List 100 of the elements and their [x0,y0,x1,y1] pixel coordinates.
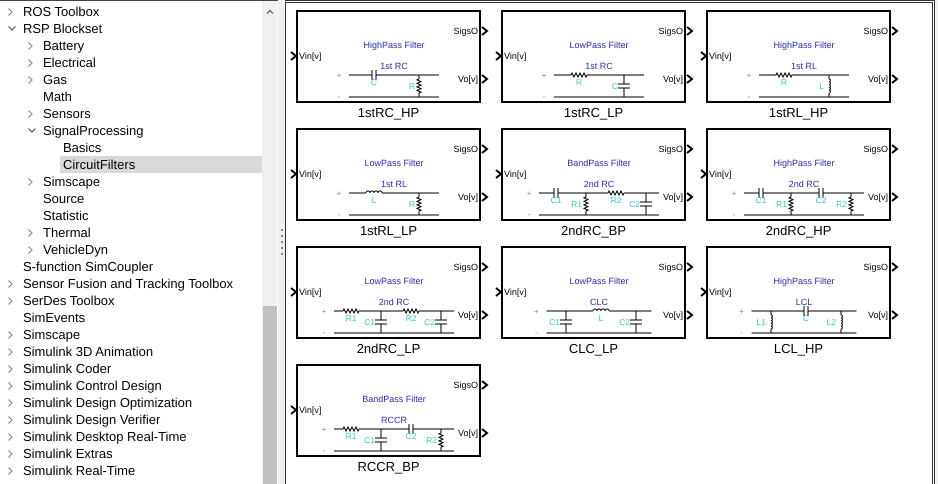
port-label: Vin[v] [709,287,732,297]
tree-item[interactable]: Simulink Control Design [20,377,162,394]
sign-mark: - [528,210,530,219]
tree-item[interactable]: Statistic [40,207,89,224]
block-name: 2ndRC_HP [766,223,832,239]
tree-item[interactable]: Gas [40,71,67,88]
filter-block[interactable] [706,246,891,339]
filter-title: HighPass Filter [773,40,835,50]
topology-label: 2nd RC [584,179,614,189]
port-label: SigsO [453,380,478,390]
expand-chevron-icon[interactable] [28,110,33,118]
tree-item[interactable]: Simulink Extras [20,445,113,462]
block-name: 1stRL_LP [360,223,418,239]
tree-item[interactable]: VehicleDyn [40,241,108,258]
filter-block[interactable] [501,128,686,221]
filter-block[interactable] [296,364,481,457]
output-port-icon [481,74,489,84]
expand-chevron-icon[interactable] [8,432,13,440]
port-label: Vin[v] [709,169,732,179]
expand-chevron-icon[interactable] [28,246,33,254]
tree-item[interactable]: Battery [40,37,84,54]
expand-chevron-icon[interactable] [28,76,33,84]
tree-item[interactable]: ROS Toolbox [20,3,100,20]
tree-item[interactable]: Simulink Desktop Real-Time [20,428,187,445]
topology-label: 1st RC [380,61,408,71]
filter-title: BandPass Filter [567,158,631,168]
filter-block[interactable] [501,246,686,339]
output-port-icon [686,192,694,202]
port-label: Vo[v] [458,310,478,320]
sign-mark: - [740,328,743,337]
filter-block[interactable] [296,246,481,339]
tree-item[interactable]: Sensors [40,105,91,122]
tree-item[interactable]: RSP Blockset [20,20,102,37]
port-label: Vin[v] [504,169,526,179]
tree-item[interactable]: Simulink Coder [20,360,112,377]
output-port-icon [891,262,899,272]
topology-label: 2nd RC [788,179,820,189]
tree-item[interactable]: Electrical [40,54,96,71]
expand-chevron-icon[interactable] [28,178,33,186]
expand-chevron-icon[interactable] [8,348,13,356]
expand-chevron-icon[interactable] [8,330,13,338]
expand-chevron-icon[interactable] [8,416,13,424]
filter-block[interactable] [501,10,686,103]
port-label: Vo[v] [458,428,478,438]
component-label: R2 [406,313,416,323]
component-label: C [370,77,378,87]
tree-item[interactable]: Simscape [20,326,80,343]
scrollbar[interactable] [262,1,277,484]
tree-item[interactable]: Sensor Fusion and Tracking Toolbox [20,275,234,292]
tree-item[interactable]: Simulink Design Verifier [20,411,160,428]
tree-item[interactable]: Source [40,190,84,207]
tree-item[interactable]: Basics [60,139,102,156]
expand-chevron-icon[interactable] [28,228,33,236]
expand-chevron-icon[interactable] [8,280,13,288]
component-label: R1 [776,199,787,209]
tree-item[interactable]: SignalProcessing [40,122,144,139]
expand-chevron-icon[interactable] [8,8,13,16]
filter-block[interactable] [706,128,891,221]
output-port-icon [481,144,489,154]
component-label: C1 [550,195,562,205]
output-port-icon [686,74,694,84]
filter-block[interactable] [296,10,481,103]
scroll-thumb[interactable] [262,306,276,484]
topology-label: 1st RC [585,61,613,71]
expand-chevron-icon[interactable] [28,42,33,50]
scroll-up-icon[interactable] [266,9,274,14]
output-port-icon [481,26,489,36]
tree-item[interactable]: S-function SimCoupler [20,258,154,275]
tree-item[interactable]: SimEvents [20,309,86,326]
port-label: Vin[v] [299,287,322,297]
tree-item[interactable]: Simulink Real-Time [20,462,136,479]
expand-chevron-icon[interactable] [8,398,13,406]
expand-chevron-icon[interactable] [28,58,33,66]
expand-chevron-icon[interactable] [8,466,13,474]
sign-mark: - [748,92,750,101]
tree-item[interactable]: Simulink Design Optimization [20,394,192,411]
port-label: Vo[v] [662,192,683,202]
sign-mark: - [338,92,340,101]
expand-chevron-icon[interactable] [8,296,13,304]
collapse-chevron-icon[interactable] [8,26,16,31]
tree-item[interactable]: CircuitFilters [60,156,262,173]
tree-item[interactable]: Simulink 3D Animation [20,343,154,360]
output-port-icon [891,192,899,202]
tree-item[interactable]: Math [40,88,72,105]
port-label: Vo[v] [868,310,888,320]
filter-block[interactable] [706,10,891,103]
tree-item[interactable]: Simscape [40,173,100,190]
component-label: C1 [364,435,375,445]
block-name: 2ndRC_BP [560,223,626,239]
tree-item[interactable]: Thermal [40,224,91,241]
expand-chevron-icon[interactable] [8,364,13,372]
input-port-icon [290,287,298,297]
topology-label: 2nd RC [378,297,410,307]
filter-block[interactable] [296,128,481,221]
port-label: SigsO [453,26,478,36]
tree-item[interactable]: SerDes Toolbox [20,292,115,309]
sign-mark: + [322,425,326,434]
expand-chevron-icon[interactable] [8,450,13,458]
expand-chevron-icon[interactable] [8,382,13,390]
collapse-chevron-icon[interactable] [28,128,36,133]
